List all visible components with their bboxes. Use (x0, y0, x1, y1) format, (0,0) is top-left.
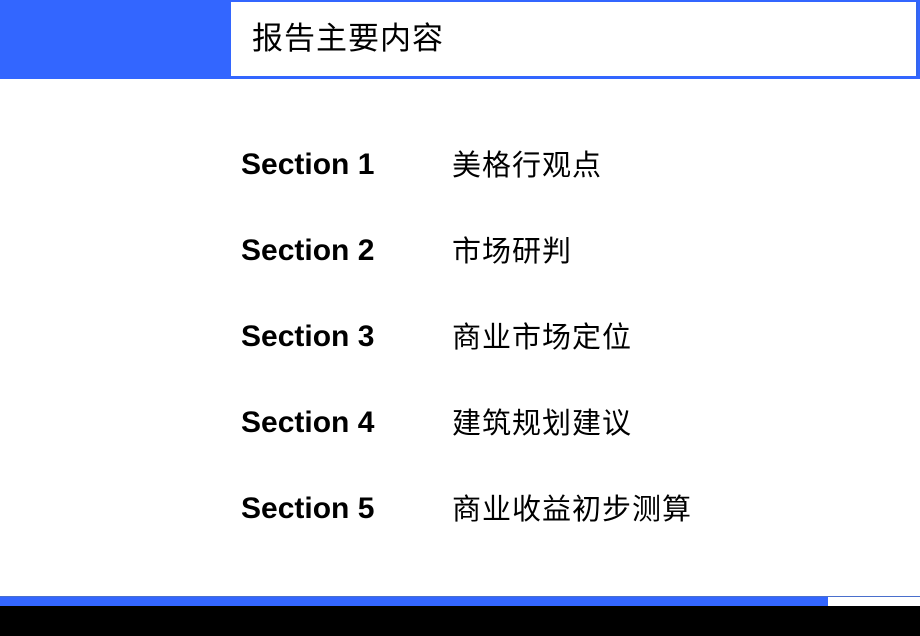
section-number: Section 2 (241, 234, 375, 267)
section-title: 建筑规划建议 (452, 406, 633, 440)
section-title: 商业市场定位 (452, 320, 633, 354)
section-number: Section 1 (241, 148, 375, 181)
footer-accent-bar (0, 597, 828, 606)
section-item: Section 1 美格行观点 (241, 140, 841, 190)
section-title: 美格行观点 (452, 148, 603, 182)
section-number: Section 4 (241, 406, 375, 439)
section-item: Section 3 商业市场定位 (241, 312, 841, 362)
page-title: 报告主要内容 (252, 21, 444, 57)
section-item: Section 2 市场研判 (241, 226, 841, 276)
footer-black-band (0, 606, 920, 636)
section-item: Section 5 商业收益初步测算 (241, 484, 841, 534)
section-title: 市场研判 (452, 234, 573, 268)
header-title-box: 报告主要内容 (231, 2, 918, 76)
section-number: Section 5 (241, 492, 375, 525)
section-item: Section 4 建筑规划建议 (241, 398, 841, 448)
section-number: Section 3 (241, 320, 375, 353)
section-title: 商业收益初步测算 (452, 492, 693, 526)
